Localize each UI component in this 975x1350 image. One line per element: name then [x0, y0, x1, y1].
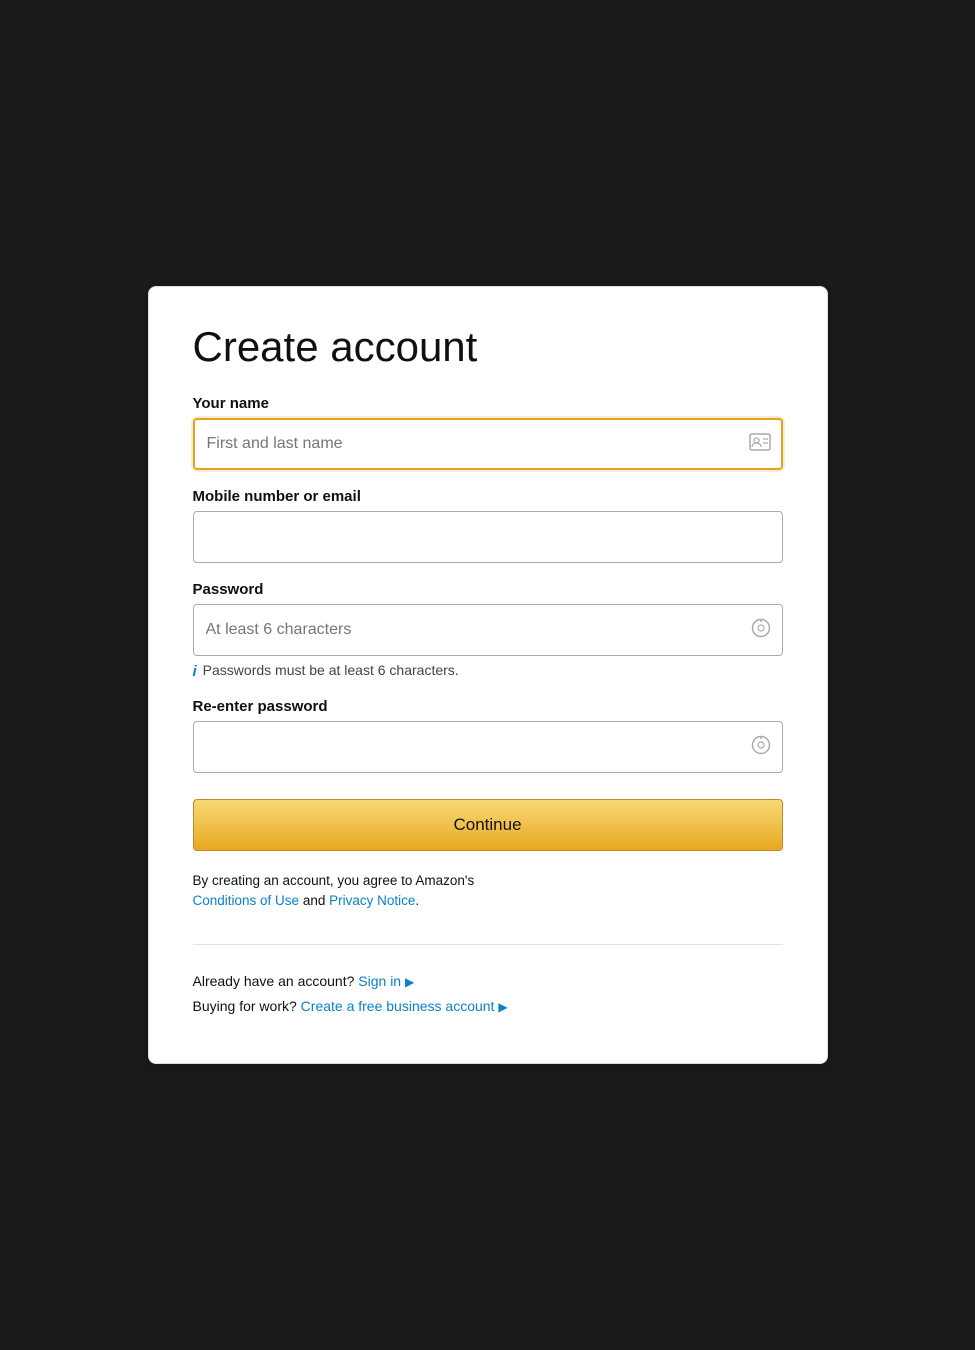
- page-title: Create account: [193, 323, 783, 371]
- email-input-wrapper: [193, 511, 783, 563]
- business-prefix: Buying for work?: [193, 998, 297, 1014]
- privacy-notice-link[interactable]: Privacy Notice: [329, 893, 415, 908]
- terms-text: By creating an account, you agree to Ama…: [193, 871, 783, 912]
- footer-links: Already have an account? Sign in ▶ Buyin…: [193, 969, 783, 1019]
- password-hint-text: Passwords must be at least 6 characters.: [203, 662, 459, 678]
- signin-prefix: Already have an account?: [193, 973, 355, 989]
- password-input[interactable]: [193, 604, 783, 656]
- terms-suffix: .: [415, 893, 419, 908]
- email-input[interactable]: [193, 511, 783, 563]
- reenter-password-input-wrapper: [193, 721, 783, 773]
- divider: [193, 944, 783, 945]
- reenter-password-input[interactable]: [193, 721, 783, 773]
- name-field-group: Your name: [193, 395, 783, 470]
- create-business-account-link[interactable]: Create a free business account ▶: [301, 998, 508, 1014]
- reenter-password-field-group: Re-enter password: [193, 698, 783, 773]
- password-label: Password: [193, 581, 783, 598]
- info-icon: i: [193, 663, 197, 680]
- signin-row: Already have an account? Sign in ▶: [193, 969, 783, 994]
- password-field-group: Password i Passwords must be at least 6 …: [193, 581, 783, 680]
- terms-conjunction: and: [299, 893, 329, 908]
- name-label: Your name: [193, 395, 783, 412]
- business-row: Buying for work? Create a free business …: [193, 994, 783, 1019]
- password-input-wrapper: [193, 604, 783, 656]
- terms-prefix: By creating an account, you agree to Ama…: [193, 873, 475, 888]
- create-account-card: Create account Your name Mobile number o…: [148, 286, 828, 1064]
- email-label: Mobile number or email: [193, 488, 783, 505]
- name-input[interactable]: [193, 418, 783, 470]
- name-input-wrapper: [193, 418, 783, 470]
- password-hint: i Passwords must be at least 6 character…: [193, 662, 783, 680]
- conditions-of-use-link[interactable]: Conditions of Use: [193, 893, 300, 908]
- signin-link[interactable]: Sign in ▶: [358, 973, 414, 989]
- continue-button[interactable]: Continue: [193, 799, 783, 851]
- email-field-group: Mobile number or email: [193, 488, 783, 563]
- reenter-password-label: Re-enter password: [193, 698, 783, 715]
